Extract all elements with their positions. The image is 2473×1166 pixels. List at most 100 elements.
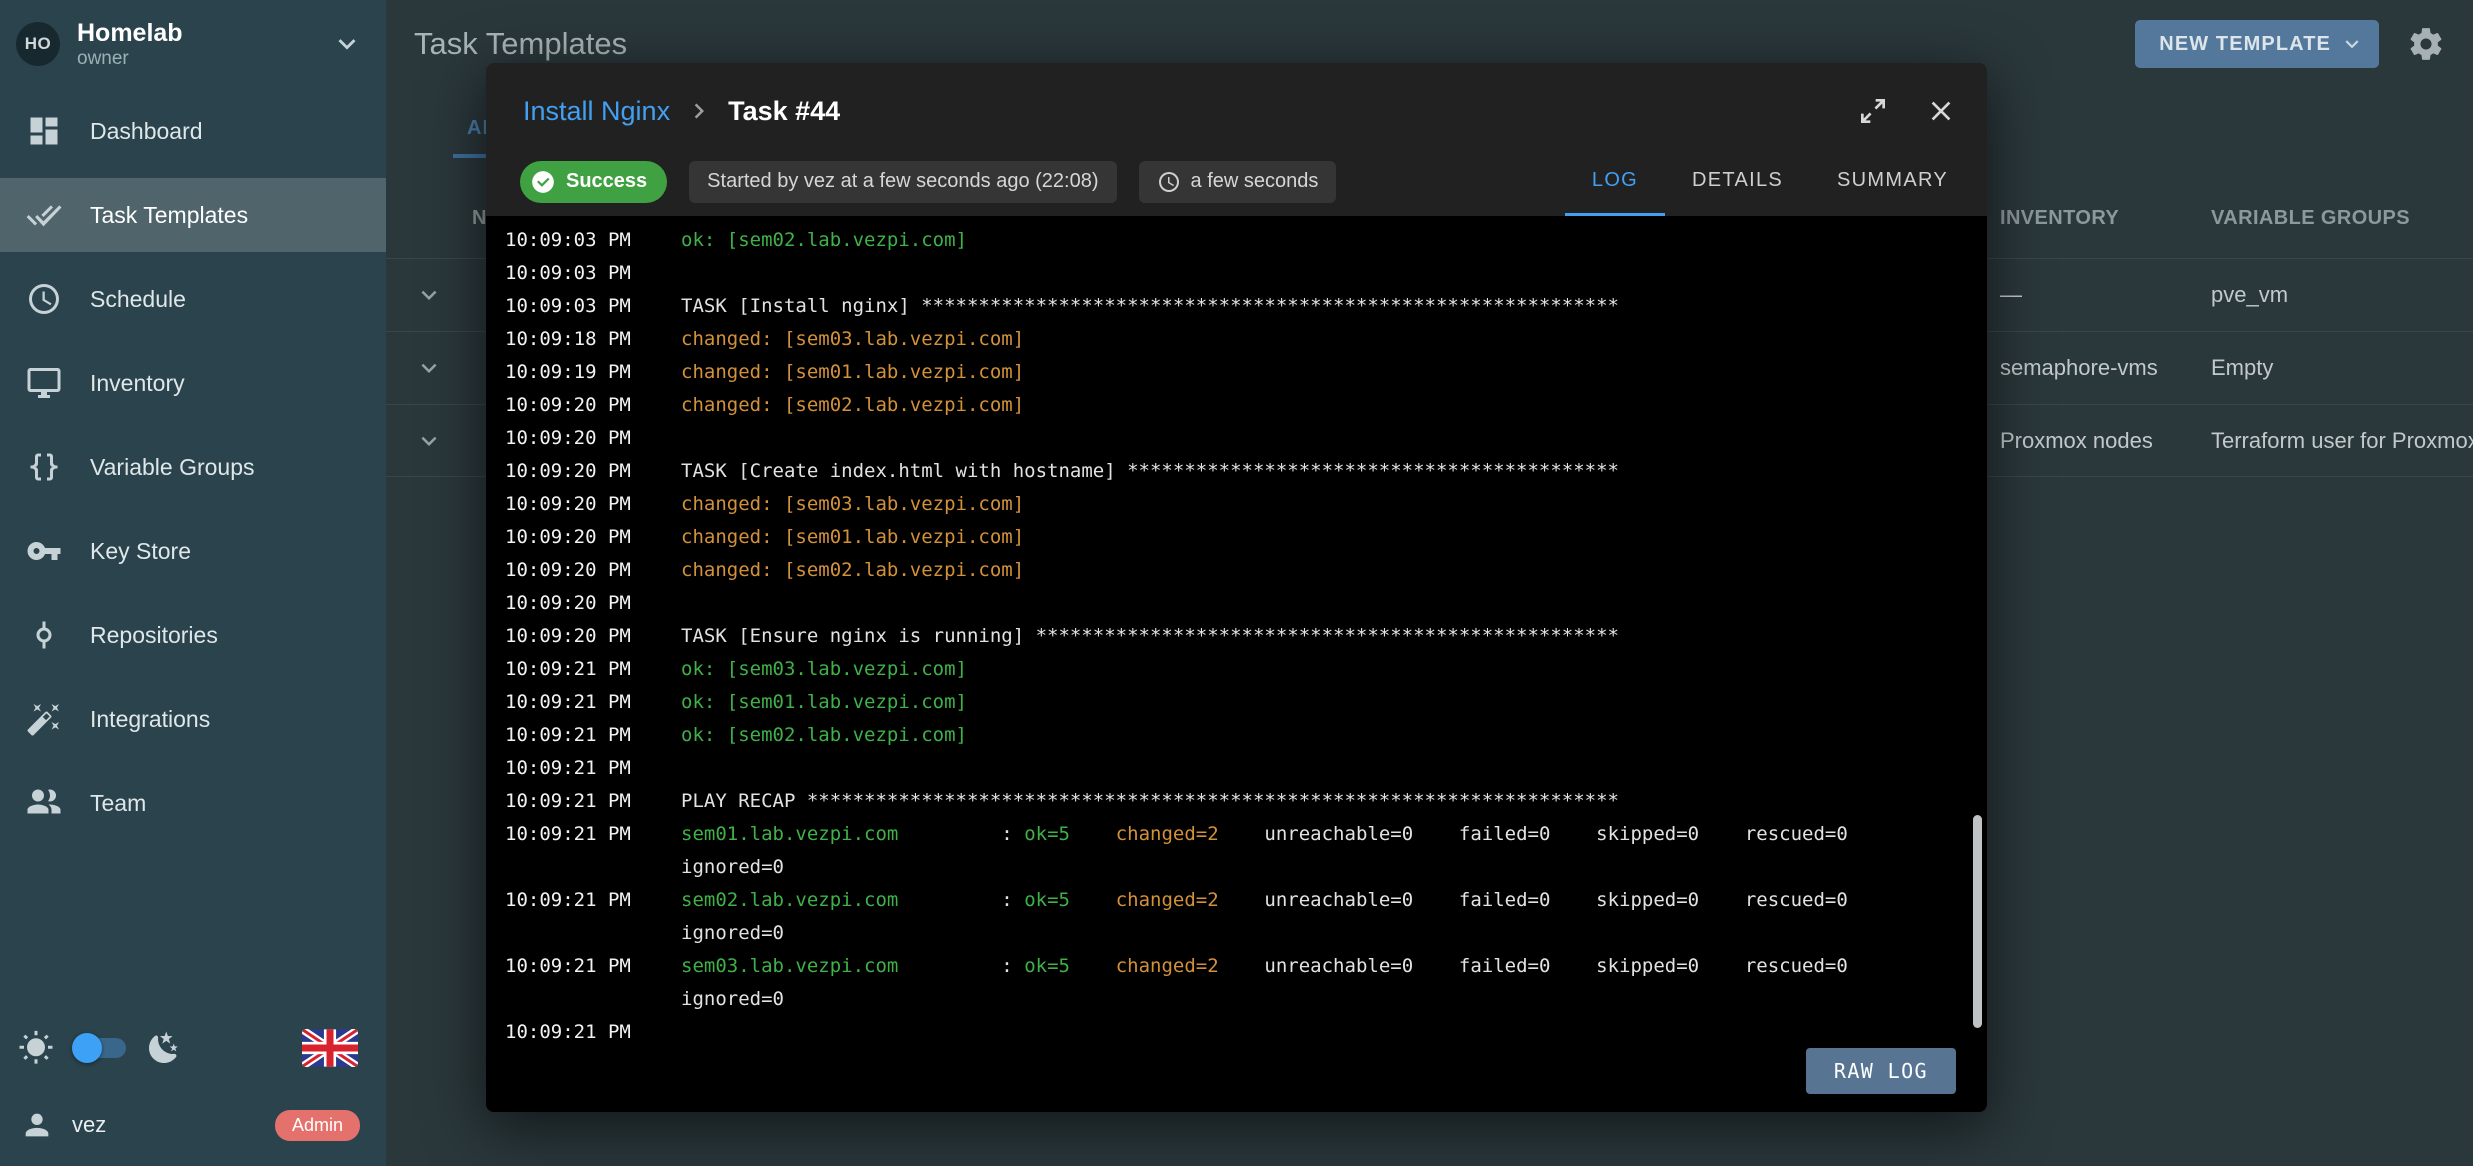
tab-log[interactable]: LOG (1565, 147, 1665, 216)
started-info: Started by vez at a few seconds ago (22:… (689, 161, 1116, 203)
cell-inventory: semaphore-vms (2000, 355, 2211, 381)
code-braces-icon (26, 449, 62, 485)
moon-icon (146, 1030, 182, 1066)
task-title: Task #44 (728, 96, 840, 127)
person-icon (20, 1108, 54, 1142)
sidebar-item-label: Repositories (90, 622, 218, 649)
duration-text: a few seconds (1191, 170, 1319, 193)
sidebar-item-inventory[interactable]: Inventory (0, 346, 386, 420)
sidebar-item-integrations[interactable]: Integrations (0, 682, 386, 756)
sidebar-item-label: Task Templates (90, 202, 248, 229)
tab-summary[interactable]: SUMMARY (1810, 147, 1975, 216)
sidebar-menu: Dashboard Task Templates Schedule Inventory… (0, 88, 386, 850)
sidebar-item-team[interactable]: Team (0, 766, 386, 840)
log-line: 10:09:21 PMok: [sem02.lab.vezpi.com] (505, 719, 1987, 752)
sidebar-item-key-store[interactable]: Key Store (0, 514, 386, 588)
user-row[interactable]: vez Admin (0, 1088, 386, 1162)
log-line: ignored=0 (505, 917, 1987, 950)
expand-icon[interactable] (1857, 95, 1889, 127)
log-line: ignored=0 (505, 851, 1987, 884)
log-line: 10:09:19 PMchanged: [sem01.lab.vezpi.com… (505, 356, 1987, 389)
sidebar-item-task-templates[interactable]: Task Templates (0, 178, 386, 252)
sidebar-item-repositories[interactable]: Repositories (0, 598, 386, 672)
clock-outline-icon (26, 281, 62, 317)
cell-variable-groups: Empty (2211, 355, 2473, 381)
sidebar-item-label: Variable Groups (90, 454, 255, 481)
log-line: 10:09:21 PM (505, 1016, 1987, 1049)
sidebar-item-dashboard[interactable]: Dashboard (0, 94, 386, 168)
log-scrollbar[interactable] (1973, 815, 1982, 1028)
log-line: 10:09:20 PM (505, 422, 1987, 455)
key-icon (26, 533, 62, 569)
raw-log-button[interactable]: RAW LOG (1806, 1048, 1956, 1094)
sidebar-item-label: Key Store (90, 538, 191, 565)
log-line: 10:09:21 PMPLAY RECAP ******************… (505, 785, 1987, 818)
log-line: 10:09:21 PMsem03.lab.vezpi.com : ok=5 ch… (505, 950, 1987, 983)
admin-badge: Admin (275, 1110, 360, 1141)
sun-icon (18, 1030, 54, 1066)
workspace-avatar: HO (16, 22, 60, 66)
sidebar-item-label: Integrations (90, 706, 210, 733)
view-dashboard-icon (26, 113, 62, 149)
clock-icon (1157, 170, 1181, 194)
log-line: 10:09:03 PM (505, 257, 1987, 290)
chevron-down-icon[interactable] (330, 27, 364, 61)
status-label: Success (566, 170, 647, 193)
workspace-switcher[interactable]: HO Homelab owner (0, 0, 386, 88)
uk-flag-icon[interactable] (302, 1029, 358, 1067)
check-all-icon (26, 197, 62, 233)
row-expand-chevron[interactable] (386, 426, 472, 456)
log-line: 10:09:20 PMTASK [Create index.html with … (505, 455, 1987, 488)
log-line: 10:09:20 PMchanged: [sem01.lab.vezpi.com… (505, 521, 1987, 554)
sidebar-item-label: Team (90, 790, 146, 817)
log-lines: 10:09:03 PMok: [sem02.lab.vezpi.com]10:0… (505, 224, 1987, 1049)
workspace-name: Homelab (77, 18, 183, 48)
duration-info: a few seconds (1139, 161, 1337, 203)
modal-header: Install Nginx Task #44 (486, 63, 1987, 216)
modal-tabs: LOGDETAILSSUMMARY (1565, 147, 1987, 216)
log-line: 10:09:21 PMsem02.lab.vezpi.com : ok=5 ch… (505, 884, 1987, 917)
sidebar-item-label: Inventory (90, 370, 185, 397)
log-line: 10:09:21 PM (505, 752, 1987, 785)
workspace-role: owner (77, 48, 183, 70)
auto-fix-icon (26, 701, 62, 737)
sidebar-item-label: Schedule (90, 286, 186, 313)
cell-inventory: Proxmox nodes (2000, 428, 2211, 454)
log-line: 10:09:20 PM (505, 587, 1987, 620)
user-name: vez (72, 1112, 106, 1138)
template-link[interactable]: Install Nginx (523, 96, 670, 127)
status-badge: Success (520, 161, 667, 203)
chevron-down-icon (2339, 31, 2365, 57)
check-circle-icon (530, 169, 556, 195)
log-panel[interactable]: 10:09:03 PMok: [sem02.lab.vezpi.com]10:0… (486, 216, 1987, 1112)
chevron-right-icon (684, 96, 714, 126)
log-line: 10:09:20 PMchanged: [sem02.lab.vezpi.com… (505, 554, 1987, 587)
sidebar-item-label: Dashboard (90, 118, 203, 145)
gear-icon[interactable] (2407, 25, 2445, 63)
source-commit-icon (26, 617, 62, 653)
close-icon[interactable] (1925, 95, 1957, 127)
log-line: ignored=0 (505, 983, 1987, 1016)
task-modal: Install Nginx Task #44 (486, 63, 1987, 1112)
col-inventory: INVENTORY (2000, 207, 2211, 230)
sidebar-item-variable-groups[interactable]: Variable Groups (0, 430, 386, 504)
row-expand-chevron[interactable] (386, 353, 472, 383)
log-line: 10:09:21 PMsem01.lab.vezpi.com : ok=5 ch… (505, 818, 1987, 851)
log-line: 10:09:21 PMok: [sem01.lab.vezpi.com] (505, 686, 1987, 719)
sidebar-footer: vez Admin (0, 1016, 386, 1166)
log-line: 10:09:20 PMchanged: [sem03.lab.vezpi.com… (505, 488, 1987, 521)
account-multiple-icon (26, 785, 62, 821)
sidebar-item-schedule[interactable]: Schedule (0, 262, 386, 336)
tab-details[interactable]: DETAILS (1665, 147, 1810, 216)
theme-row (0, 1016, 386, 1080)
col-variable-groups: VARIABLE GROUPS (2211, 207, 2473, 230)
cell-variable-groups: Terraform user for Proxmox (2211, 428, 2473, 454)
log-line: 10:09:20 PMTASK [Ensure nginx is running… (505, 620, 1987, 653)
row-expand-chevron[interactable] (386, 280, 472, 310)
theme-toggle-knob (72, 1033, 102, 1063)
new-template-button[interactable]: NEW TEMPLATE (2135, 20, 2379, 68)
log-line: 10:09:20 PMchanged: [sem02.lab.vezpi.com… (505, 389, 1987, 422)
log-line: 10:09:21 PMok: [sem03.lab.vezpi.com] (505, 653, 1987, 686)
theme-toggle[interactable] (74, 1038, 126, 1058)
page-title: Task Templates (414, 26, 627, 62)
